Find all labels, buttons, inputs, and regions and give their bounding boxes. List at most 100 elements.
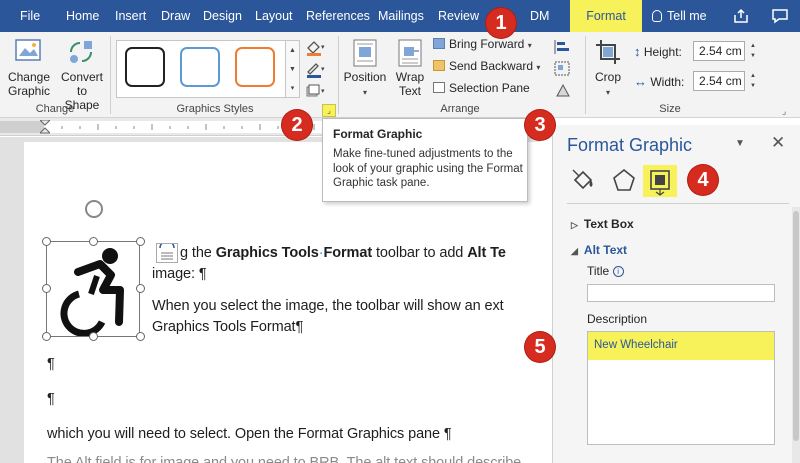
tell-me-label: Tell me	[667, 9, 707, 23]
selected-image-frame[interactable]	[46, 241, 140, 337]
indent-marker-icon[interactable]	[38, 119, 52, 134]
tab-file[interactable]: File	[20, 0, 40, 32]
callout-2: 2	[282, 110, 312, 140]
height-field[interactable]: 2.54 cm	[693, 41, 745, 61]
group-separator	[585, 36, 586, 114]
paragraph-mark: ¶	[47, 356, 55, 372]
description-label: Description	[587, 312, 648, 326]
callout-1: 1	[486, 8, 516, 38]
change-graphic-icon[interactable]	[14, 38, 44, 66]
resize-handle-nw[interactable]	[42, 237, 51, 246]
doc-line-1: g the Graphics Tools·Format toolbar to a…	[180, 245, 506, 261]
group-objects-icon[interactable]	[553, 60, 573, 78]
alt-description-input[interactable]: New Wheelchair	[587, 331, 775, 445]
tooltip-body: Make fine-tuned adjustments to the look …	[333, 148, 523, 189]
graphic-outline-icon[interactable]: ▾	[304, 60, 326, 78]
position-button[interactable]: Position	[340, 70, 390, 84]
height-icon: ↕	[634, 44, 641, 59]
svg-text:▾: ▾	[321, 87, 325, 95]
position-icon[interactable]	[350, 38, 380, 68]
format-graphic-launcher-button[interactable]: ⌟	[322, 104, 336, 117]
send-backward-button[interactable]: Send Backward ▾	[433, 59, 540, 73]
position-dropdown-caret[interactable]: ▾	[361, 84, 369, 100]
group-label-size: Size	[659, 103, 681, 115]
resize-handle-w[interactable]	[42, 284, 51, 293]
size-dialog-launcher-icon[interactable]: ⌟	[782, 106, 786, 117]
graphic-fill-icon[interactable]: ▾	[304, 38, 326, 56]
close-icon[interactable]: ✕	[771, 133, 785, 153]
doc-line-4: Graphics Tools Format¶	[152, 319, 304, 335]
tab-design[interactable]: Design	[203, 0, 242, 32]
change-graphic-button[interactable]: Change Graphic	[4, 70, 54, 98]
align-icon[interactable]	[553, 38, 573, 56]
info-icon[interactable]: i	[612, 266, 624, 277]
doc-line-7: which you will need to select. Open the …	[47, 426, 452, 442]
tab-references[interactable]: References	[306, 0, 370, 32]
ribbon-tab-bar: File Home Insert Draw Design Layout Refe…	[0, 0, 800, 32]
tab-draw[interactable]: Draw	[161, 0, 190, 32]
share-icon[interactable]	[732, 7, 750, 25]
pane-scroll-thumb[interactable]	[793, 211, 799, 441]
graphic-effects-icon[interactable]: ▾	[304, 82, 326, 100]
effects-tab-icon[interactable]	[609, 165, 639, 197]
ribbon-body: Change Graphic Convert to Shape Change ▲…	[0, 32, 800, 118]
gallery-scroll[interactable]: ▲ ▼ ▾	[286, 40, 300, 98]
layout-options-icon[interactable]	[156, 240, 178, 263]
crop-icon[interactable]	[594, 38, 622, 66]
resize-handle-ne[interactable]	[136, 237, 145, 246]
width-field[interactable]: 2.54 cm	[693, 71, 745, 91]
style-option-dark[interactable]	[125, 47, 165, 87]
tell-me-box[interactable]: Tell me	[652, 0, 707, 32]
pane-title: Format Graphic	[567, 135, 693, 155]
resize-handle-se[interactable]	[136, 332, 145, 341]
tab-dm[interactable]: DM	[530, 0, 549, 32]
width-spinner[interactable]: ▲ ▼	[747, 71, 759, 91]
text-box-section[interactable]: ▷ Text Box	[571, 217, 634, 231]
pane-options-icon[interactable]: ▼	[735, 138, 745, 149]
bring-forward-icon	[433, 38, 445, 49]
style-option-blue[interactable]	[180, 47, 220, 87]
selection-pane-button[interactable]: Selection Pane	[433, 81, 530, 95]
doc-line-2: image: ¶	[152, 266, 207, 282]
wrap-text-icon[interactable]	[395, 38, 425, 68]
svg-text:▾: ▾	[321, 43, 325, 51]
graphics-styles-gallery[interactable]	[116, 40, 286, 98]
crop-dropdown-caret[interactable]: ▾	[604, 84, 612, 100]
paragraph-mark: ¶	[47, 391, 55, 407]
format-graphic-tooltip: Format Graphic Make fine-tuned adjustmen…	[322, 118, 528, 202]
convert-to-shape-icon[interactable]	[66, 38, 96, 66]
resize-handle-e[interactable]	[136, 284, 145, 293]
resize-handle-s[interactable]	[89, 332, 98, 341]
resize-handle-sw[interactable]	[42, 332, 51, 341]
tab-layout[interactable]: Layout	[255, 0, 293, 32]
width-label: ↔ Width:	[634, 74, 685, 89]
group-separator	[110, 36, 111, 114]
fill-line-tab-icon[interactable]	[569, 165, 599, 197]
bring-forward-button[interactable]: Bring Forward ▾	[433, 37, 532, 51]
height-spinner[interactable]: ▲ ▼	[747, 41, 759, 61]
tab-mailings[interactable]: Mailings	[378, 0, 424, 32]
doc-line-3: When you select the image, the toolbar w…	[152, 298, 504, 314]
doc-line-8: The Alt field is for image and you need …	[47, 455, 522, 463]
alt-text-section[interactable]: ◢ Alt Text	[571, 243, 627, 257]
wrap-text-button[interactable]: Wrap Text	[392, 70, 428, 98]
tab-review[interactable]: Review	[438, 0, 479, 32]
callout-3: 3	[525, 110, 555, 140]
group-label-change: Change	[35, 103, 75, 115]
chevron-down-icon: ◢	[571, 246, 578, 256]
comments-icon[interactable]	[771, 7, 789, 25]
resize-handle-n[interactable]	[89, 237, 98, 246]
chevron-right-icon: ▷	[571, 220, 578, 230]
rotate-icon[interactable]	[553, 82, 573, 100]
style-option-orange[interactable]	[235, 47, 275, 87]
title-label: Title i	[587, 264, 624, 278]
tab-home[interactable]: Home	[66, 0, 99, 32]
width-icon: ↔	[634, 74, 647, 89]
layout-properties-tab-icon[interactable]	[643, 165, 677, 197]
alt-title-input[interactable]	[587, 284, 775, 302]
crop-button[interactable]: Crop	[590, 70, 626, 84]
tab-format[interactable]: Format	[570, 0, 642, 32]
pane-divider	[567, 203, 789, 204]
tab-insert[interactable]: Insert	[115, 0, 146, 32]
rotate-handle-icon[interactable]	[85, 200, 103, 218]
